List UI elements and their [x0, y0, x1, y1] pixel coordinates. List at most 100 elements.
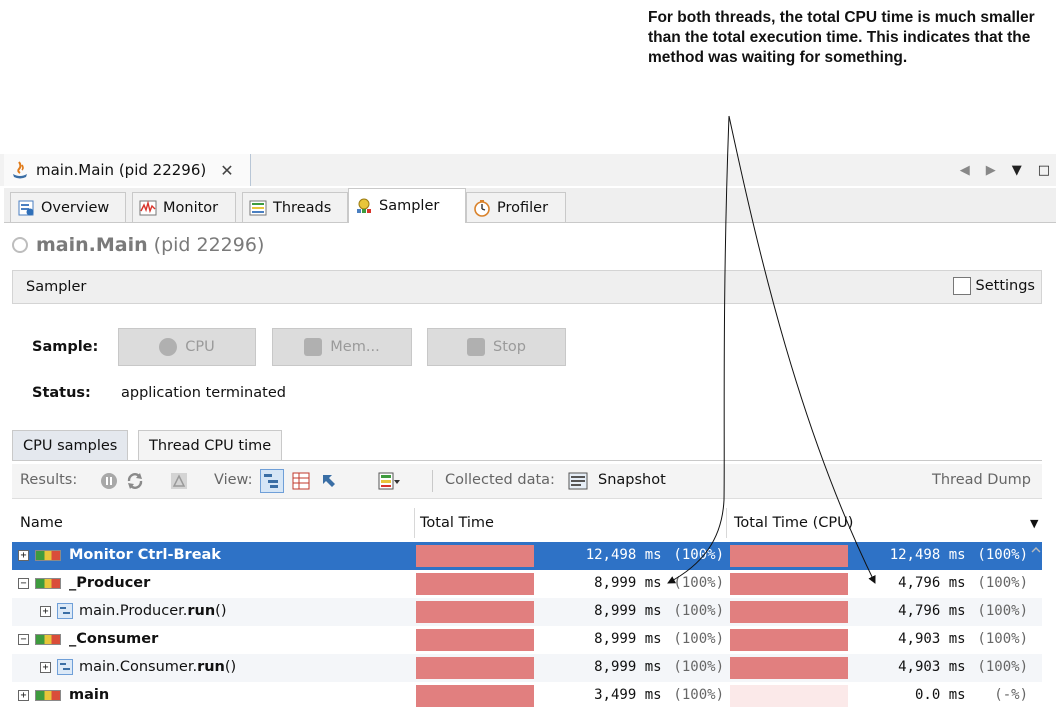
snapshot-icon[interactable] — [568, 471, 588, 491]
cpu-time-percent: (100%) — [977, 631, 1028, 647]
total-time: 12,498 ms (100%) — [586, 547, 724, 563]
column-name[interactable]: Name — [20, 515, 63, 531]
close-tab-icon[interactable]: ✕ — [220, 161, 233, 180]
total-time: 8,999 ms (100%) — [594, 603, 724, 619]
tab-sampler-label: Sampler — [379, 198, 440, 214]
table-row[interactable]: − _Consumer 8,999 ms (100%) 4,903 ms (100%) — [12, 626, 1042, 654]
column-total-time-cpu[interactable]: Total Time (CPU) — [734, 515, 853, 531]
method-name-prefix: main.Producer. — [79, 603, 188, 619]
java-icon — [13, 161, 27, 179]
call-tree-view-icon[interactable] — [260, 469, 284, 493]
tab-monitor[interactable]: Monitor — [132, 192, 236, 222]
snapshot-button[interactable]: Snapshot — [598, 472, 666, 488]
tab-thread-cpu-time-label: Thread CPU time — [149, 437, 272, 454]
scroll-left-icon[interactable]: ◀ — [960, 163, 970, 178]
cpu-time: 4,903 ms (100%) — [898, 659, 1028, 675]
thread-name: Monitor Ctrl-Break — [69, 547, 221, 563]
scroll-right-icon[interactable]: ▶ — [986, 163, 996, 178]
sampler-label: Sampler — [26, 279, 87, 295]
row-name: − _Producer — [18, 575, 150, 591]
expand-toggle-icon[interactable]: + — [40, 605, 51, 617]
toolbar-separator — [432, 470, 433, 492]
row-name: + main.Producer. run () — [40, 603, 227, 619]
scrollbar[interactable] — [1030, 538, 1042, 708]
cpu-time-bar — [730, 601, 848, 623]
table-row[interactable]: + main.Producer. run () 8,999 ms (100%) 4,79… — [12, 598, 1042, 626]
thread-icon — [35, 689, 61, 701]
tab-profiler[interactable]: Profiler — [466, 192, 566, 222]
total-time-value: 12,498 ms — [585, 547, 662, 563]
expand-toggle-icon[interactable]: + — [18, 689, 29, 701]
total-time: 8,999 ms (100%) — [594, 575, 724, 591]
tab-thread-cpu-time[interactable]: Thread CPU time — [138, 430, 283, 460]
overview-icon — [18, 200, 34, 215]
total-time: 8,999 ms (100%) — [594, 659, 724, 675]
collected-data-label: Collected data: — [445, 472, 555, 488]
table-row[interactable]: + main 3,499 ms (100%) 0.0 ms (-%) — [12, 682, 1042, 710]
settings-label: Settings — [975, 278, 1035, 294]
maximize-icon[interactable]: □ — [1038, 163, 1050, 178]
settings-toggle[interactable]: Settings — [952, 277, 1035, 295]
total-time: 8,999 ms (100%) — [594, 631, 724, 647]
column-total-time[interactable]: Total Time — [420, 515, 494, 531]
tab-overview-label: Overview — [41, 199, 110, 216]
process-name: main.Main — [36, 234, 148, 256]
total-time-bar — [416, 657, 534, 679]
sample-label: Sample: — [32, 339, 99, 355]
column-selector-icon[interactable] — [378, 472, 400, 490]
cpu-sample-button[interactable]: CPU — [118, 328, 256, 366]
stop-label: Stop — [493, 339, 526, 355]
cpu-sample-label: CPU — [185, 339, 215, 355]
settings-checkbox[interactable] — [952, 277, 971, 295]
cpu-time-value: 12,498 ms — [889, 547, 966, 563]
cpu-time-percent: (-%) — [994, 687, 1028, 703]
cpu-time-value: 4,796 ms — [898, 603, 966, 619]
tab-sampler[interactable]: Sampler — [348, 188, 466, 223]
total-time-percent: (100%) — [673, 603, 724, 619]
status-value: application terminated — [121, 385, 286, 401]
tab-overview[interactable]: Overview — [10, 192, 126, 222]
page-title: main.Main (pid 22296) — [12, 232, 264, 258]
back-traces-view-icon[interactable] — [320, 472, 338, 490]
tab-cpu-samples[interactable]: CPU samples — [12, 430, 129, 460]
row-name: − _Consumer — [18, 631, 158, 647]
profiler-icon — [474, 199, 490, 217]
results-label: Results: — [20, 472, 78, 488]
cpu-time-percent: (100%) — [977, 547, 1028, 563]
document-tab[interactable]: main.Main (pid 22296) ✕ — [4, 154, 251, 186]
thread-name: _Producer — [69, 575, 151, 591]
monitor-icon — [139, 199, 157, 215]
memory-sample-button[interactable]: Mem... — [272, 328, 412, 366]
delta-icon[interactable] — [170, 472, 188, 490]
document-tab-title: main.Main (pid 22296) — [36, 161, 207, 179]
method-name-prefix: main.Consumer. — [79, 659, 198, 675]
refresh-icon[interactable] — [126, 472, 144, 490]
expand-toggle-icon[interactable]: − — [18, 577, 29, 589]
total-time-percent: (100%) — [673, 575, 724, 591]
expand-toggle-icon[interactable]: − — [18, 633, 29, 645]
thread-icon — [35, 577, 61, 589]
expand-toggle-icon[interactable]: + — [18, 549, 29, 561]
thread-dump-button[interactable]: Thread Dump — [932, 472, 1031, 488]
stop-button[interactable]: Stop — [427, 328, 566, 366]
tab-threads-label: Threads — [273, 199, 332, 216]
method-icon — [57, 603, 73, 619]
column-divider — [726, 508, 727, 538]
expand-toggle-icon[interactable]: + — [40, 661, 51, 673]
cpu-time-bar — [730, 685, 848, 707]
tab-cpu-samples-label: CPU samples — [23, 437, 118, 454]
memory-icon — [304, 338, 323, 356]
results-view-tabs: CPU samples Thread CPU time — [12, 428, 1042, 461]
table-row[interactable]: + Monitor Ctrl-Break 12,498 ms (100%) 12,49… — [12, 542, 1042, 570]
tab-list-dropdown-icon[interactable]: ▼ — [1012, 163, 1022, 178]
method-icon — [57, 659, 73, 675]
pause-icon[interactable] — [100, 472, 118, 490]
method-name-bold: run — [197, 659, 225, 675]
hot-spots-view-icon[interactable] — [292, 472, 310, 490]
table-row[interactable]: + main.Consumer. run () 8,999 ms (100%) 4,90… — [12, 654, 1042, 682]
table-row[interactable]: − _Producer 8,999 ms (100%) 4,796 ms (100%) — [12, 570, 1042, 598]
method-name-suffix: () — [224, 659, 237, 675]
column-menu-icon[interactable]: ▼ — [1030, 517, 1038, 530]
tab-threads[interactable]: Threads — [242, 192, 348, 222]
cpu-time: 4,796 ms (100%) — [898, 603, 1028, 619]
